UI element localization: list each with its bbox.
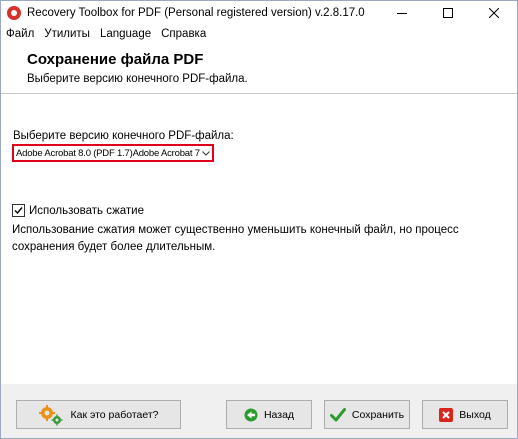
close-icon (489, 8, 499, 18)
close-x-icon (439, 407, 454, 422)
pdf-version-value: Adobe Acrobat 8.0 (PDF 1.7)Adobe Acrobat… (16, 147, 200, 159)
minimize-icon (397, 13, 407, 14)
back-label: Назад (263, 408, 295, 421)
app-window: Recovery Toolbox for PDF (Personal regis… (0, 0, 518, 439)
menu-language[interactable]: Language (95, 28, 156, 40)
save-label: Сохранить (351, 408, 405, 421)
minimize-button[interactable] (379, 1, 425, 25)
compression-label: Использовать сжатие (29, 204, 145, 217)
checkmark-icon (329, 407, 346, 422)
close-button[interactable] (471, 1, 517, 25)
main-content: Выберите версию конечного PDF-файла: Ado… (1, 94, 517, 384)
pdf-version-select[interactable]: Adobe Acrobat 8.0 (PDF 1.7)Adobe Acrobat… (12, 144, 214, 162)
app-icon (7, 6, 21, 20)
back-button[interactable]: Назад (226, 400, 312, 429)
menu-file[interactable]: Файл (1, 28, 39, 40)
window-title: Recovery Toolbox for PDF (Personal regis… (27, 7, 365, 19)
maximize-button[interactable] (425, 1, 471, 25)
window-controls (379, 1, 517, 25)
back-arrow-icon (244, 408, 258, 422)
title-bar[interactable]: Recovery Toolbox for PDF (Personal regis… (1, 1, 517, 25)
menu-utilities[interactable]: Утилиты (39, 28, 95, 40)
maximize-icon (443, 8, 453, 18)
compression-option[interactable]: Использовать сжатие (12, 204, 144, 217)
gears-icon (38, 404, 64, 426)
how-it-works-button[interactable]: Как это работает? (16, 400, 181, 429)
exit-button[interactable]: Выход (422, 400, 508, 429)
page-title: Сохранение файла PDF (27, 51, 204, 68)
menu-help[interactable]: Справка (156, 28, 211, 40)
checkmark-icon (14, 207, 23, 215)
page-subtitle: Выберите версию конечного PDF-файла. (27, 73, 248, 85)
save-button[interactable]: Сохранить (324, 400, 410, 429)
chevron-down-icon[interactable] (200, 146, 212, 160)
page-header: Сохранение файла PDF Выберите версию кон… (1, 43, 517, 94)
menu-bar: Файл Утилиты Language Справка (1, 25, 517, 43)
exit-label: Выход (459, 408, 491, 421)
compression-checkbox[interactable] (12, 204, 25, 217)
button-bar: Как это работает? Назад Сохранить Выход (1, 384, 517, 438)
compression-description: Использование сжатия может существенно у… (12, 224, 459, 253)
how-it-works-label: Как это работает? (70, 408, 159, 421)
version-label: Выберите версию конечного PDF-файла: (13, 130, 234, 142)
